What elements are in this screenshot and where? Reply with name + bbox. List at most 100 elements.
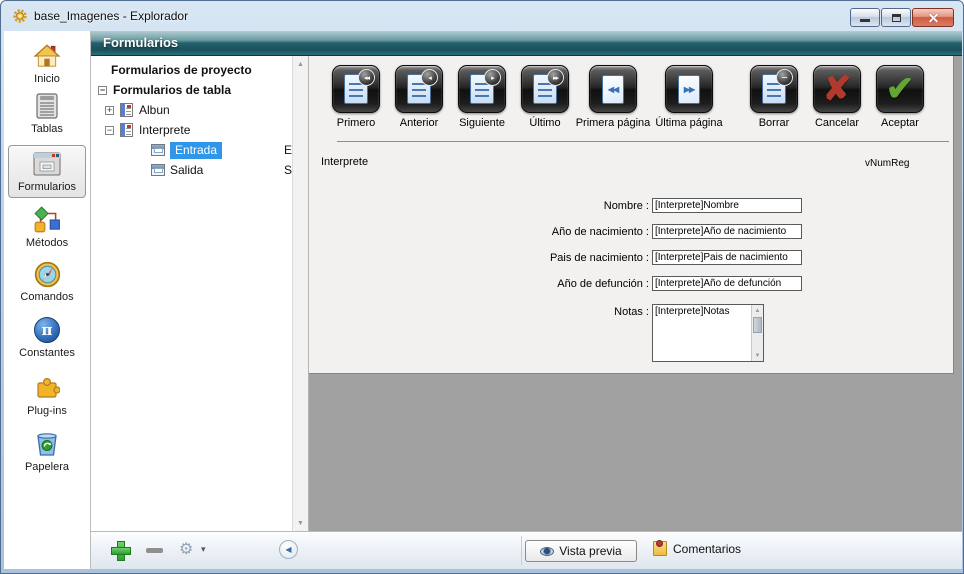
tree-item-formularios-proyecto[interactable]: Formularios de proyecto: [91, 60, 292, 80]
form-table-title: Interprete: [321, 156, 368, 168]
forms-tree-panel: Formularios de proyecto − Formularios de…: [91, 56, 309, 531]
expand-expander-icon[interactable]: +: [105, 106, 114, 115]
notas-value: [Interprete]Notas: [655, 306, 729, 317]
sidebar: Inicio Tablas: [4, 31, 91, 569]
scroll-down-icon[interactable]: ▼: [752, 350, 763, 361]
sidebar-item-comandos[interactable]: Comandos: [8, 259, 86, 303]
nombre-field[interactable]: [Interprete]Nombre: [652, 198, 802, 213]
tree-item-entrada[interactable]: Entrada E: [91, 140, 292, 160]
first-record-button[interactable]: ◂◂: [332, 65, 380, 113]
form-icon: [151, 164, 165, 176]
sidebar-item-label: Formularios: [18, 181, 76, 193]
minus-badge-icon: −: [776, 69, 793, 86]
last-page-icon: ▶▶: [678, 75, 700, 104]
add-button[interactable]: [111, 541, 129, 559]
sidebar-item-formularios[interactable]: Formularios: [8, 145, 86, 198]
tree-item-interprete[interactable]: − Interprete: [91, 120, 292, 140]
sidebar-item-inicio[interactable]: Inicio: [8, 41, 86, 85]
tree-item-albun[interactable]: + Albun: [91, 100, 292, 120]
app-gear-icon: [12, 8, 28, 24]
table-icon: [120, 103, 133, 117]
sidebar-item-label: Tablas: [31, 123, 63, 135]
scroll-up-icon[interactable]: ▲: [752, 305, 763, 316]
first-arrows-icon: ◂◂: [358, 69, 375, 86]
tree-item-label: Interprete: [139, 123, 190, 137]
note-icon: [653, 541, 667, 556]
toolbar-button-label: Última página: [641, 117, 737, 129]
form-preview-canvas: ◂◂ Primero ◂ Anterior ▸ Siguiente ▸▸: [309, 56, 962, 531]
last-arrows-icon: ▸▸: [547, 69, 564, 86]
sidebar-item-label: Constantes: [19, 347, 75, 359]
notas-scrollbar[interactable]: ▲ ▼: [751, 305, 763, 361]
delete-record-button[interactable]: −: [750, 65, 798, 113]
document-icon: −: [762, 74, 786, 104]
tree-item-formularios-tabla[interactable]: − Formularios de tabla: [91, 80, 292, 100]
tree-item-label-selected: Entrada: [170, 142, 222, 159]
notas-field[interactable]: [Interprete]Notas ▲ ▼: [652, 304, 764, 362]
close-button[interactable]: [912, 8, 954, 27]
document-icon: ▸▸: [533, 74, 557, 104]
collapse-expander-icon[interactable]: −: [105, 126, 114, 135]
forms-icon: [32, 149, 62, 179]
panel-title: Formularios: [103, 35, 178, 50]
preview-toggle-button[interactable]: Vista previa: [525, 540, 637, 562]
field-label-nombre: Nombre :: [389, 200, 649, 212]
document-icon: ▸: [470, 74, 494, 104]
tree-item-label: Albun: [139, 103, 170, 117]
ano-defuncion-field[interactable]: [Interprete]Año de defunción: [652, 276, 802, 291]
toolbar-separator: [521, 536, 522, 565]
previous-arrow-icon: ◂: [421, 69, 438, 86]
accept-button[interactable]: ✔: [876, 65, 924, 113]
minimize-icon: [860, 19, 870, 22]
form-preview-page: ◂◂ Primero ◂ Anterior ▸ Siguiente ▸▸: [309, 56, 954, 374]
comments-toggle[interactable]: Comentarios: [653, 541, 741, 556]
last-page-button[interactable]: ▶▶: [665, 65, 713, 113]
tree-item-label: Formularios de proyecto: [111, 63, 252, 77]
sidebar-item-metodos[interactable]: Métodos: [8, 205, 86, 249]
window-title: base_Imagenes - Explorador: [34, 9, 188, 23]
tree-scrollbar[interactable]: ▲ ▼: [292, 56, 308, 531]
home-icon: [32, 41, 62, 71]
form-divider: [337, 141, 949, 142]
commands-compass-icon: [32, 259, 62, 289]
sidebar-item-tablas[interactable]: Tablas: [8, 91, 86, 135]
ano-nacimiento-field[interactable]: [Interprete]Año de nacimiento: [652, 224, 802, 239]
explorer-window: base_Imagenes - Explorador Inicio: [0, 0, 964, 574]
sidebar-item-label: Plug-ins: [27, 405, 67, 417]
comments-label: Comentarios: [673, 542, 741, 556]
eye-icon: [540, 547, 554, 556]
sidebar-item-plugins[interactable]: Plug-ins: [8, 373, 86, 417]
titlebar: base_Imagenes - Explorador: [1, 1, 963, 31]
scroll-down-icon[interactable]: ▼: [293, 515, 308, 531]
pais-nacimiento-field[interactable]: [Interprete]Pais de nacimiento: [652, 250, 802, 265]
last-record-button[interactable]: ▸▸: [521, 65, 569, 113]
options-gear-icon[interactable]: ⚙: [179, 539, 193, 559]
tree-item-salida[interactable]: Salida S: [91, 160, 292, 180]
field-label-ano-defuncion: Año de defunción :: [389, 278, 649, 290]
toolbar-button-label: Aceptar: [852, 117, 948, 129]
maximize-button[interactable]: [881, 8, 911, 27]
field-label-ano-nacimiento: Año de nacimiento :: [389, 226, 649, 238]
cancel-button[interactable]: ✘: [813, 65, 861, 113]
next-arrow-icon: ▸: [484, 69, 501, 86]
scrollbar-thumb[interactable]: [753, 317, 762, 333]
sidebar-item-constantes[interactable]: π Constantes: [8, 315, 86, 359]
first-page-icon: ◀◀: [602, 75, 624, 104]
sidebar-item-papelera[interactable]: Papelera: [8, 429, 86, 473]
field-label-pais-nacimiento: Pais de nacimiento :: [389, 252, 649, 264]
tree-item-label: Formularios de tabla: [113, 83, 231, 97]
first-page-button[interactable]: ◀◀: [589, 65, 637, 113]
remove-button[interactable]: [146, 548, 163, 553]
minimize-button[interactable]: [850, 8, 880, 27]
preview-button-label: Vista previa: [559, 544, 621, 558]
constants-pi-icon: π: [32, 315, 62, 345]
collapse-panel-button[interactable]: ◀: [279, 540, 298, 559]
scroll-up-icon[interactable]: ▲: [293, 56, 308, 72]
table-icon: [120, 123, 133, 137]
options-caret-icon[interactable]: ▾: [201, 544, 206, 555]
tree-item-label: Salida: [170, 163, 203, 177]
previous-record-button[interactable]: ◂: [395, 65, 443, 113]
sidebar-item-label: Métodos: [26, 237, 68, 249]
next-record-button[interactable]: ▸: [458, 65, 506, 113]
collapse-expander-icon[interactable]: −: [98, 86, 107, 95]
